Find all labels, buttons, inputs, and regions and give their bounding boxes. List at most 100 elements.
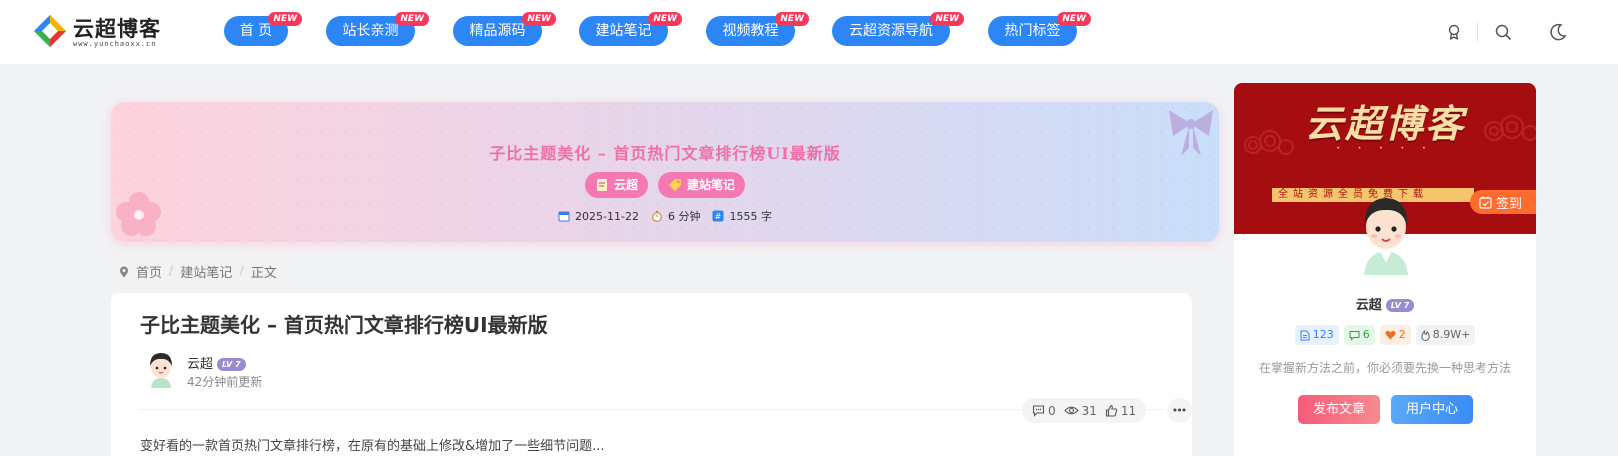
article-excerpt: 变好看的一款首页热门文章排行榜，在原有的基础上修改&增加了一些细节问题... (140, 439, 605, 454)
location-pin-icon (120, 266, 128, 277)
hero-meta: 2025-11-22 6 分钟 # 1555 字 (111, 208, 1219, 224)
hero-tag-author[interactable]: 云超 (584, 172, 648, 198)
author-avatar[interactable] (144, 350, 178, 388)
checkin-label: 签到 (1496, 196, 1523, 212)
nav-item-label: 视频教程 (722, 23, 779, 39)
popularity-pill: 8.9W+ (1415, 325, 1476, 345)
nav-item-video[interactable]: 视频教程 NEW (706, 12, 809, 46)
comment-icon (1349, 330, 1360, 341)
medal-icon[interactable] (1444, 22, 1464, 42)
like-count[interactable]: 11 (1105, 404, 1136, 418)
article-card: 子比主题美化 – 首页热门文章排行榜UI最新版 云超 LV 7 42分钟前更新 0… (111, 293, 1192, 456)
banner-dots: • • • • • (1336, 145, 1434, 152)
nav-item-hot-tags[interactable]: 热门标签 NEW (988, 12, 1091, 46)
sidebar-stats: 123 6 2 8.9W+ (1234, 325, 1536, 345)
comment-count[interactable]: 0 (1032, 404, 1056, 418)
note-icon (596, 179, 607, 191)
like-count-text: 2 (1398, 328, 1406, 341)
level-badge: LV 7 (217, 358, 246, 371)
site-logo[interactable]: 云超博客 www.yunchaoxx.cn (33, 12, 173, 52)
comment-icon (1032, 405, 1045, 417)
breadcrumb-category[interactable]: 建站笔记 (180, 262, 232, 281)
document-icon (1300, 330, 1310, 340)
nav-item-notes[interactable]: 建站笔记 NEW (579, 12, 682, 46)
sidebar-avatar[interactable] (1354, 191, 1418, 275)
author-name-text: 云超 (187, 357, 214, 372)
breadcrumb-home[interactable]: 首页 (136, 262, 162, 281)
sidebar-author-name-text: 云超 (1355, 298, 1382, 313)
user-center-button[interactable]: 用户中心 (1391, 395, 1473, 424)
nav-item-tested[interactable]: 站长亲测 NEW (326, 12, 429, 46)
breadcrumb-separator: / (169, 264, 174, 279)
new-badge: NEW (395, 12, 429, 26)
sidebar-author-name[interactable]: 云超 LV 7 (1234, 294, 1536, 313)
like-count-pill[interactable]: 2 (1379, 325, 1411, 345)
new-badge: NEW (648, 12, 682, 26)
thumbs-up-icon (1105, 404, 1118, 417)
view-count: 31 (1063, 403, 1097, 418)
calendar-icon (558, 211, 570, 222)
breadcrumb-separator: / (239, 264, 244, 279)
post-count-pill[interactable]: 123 (1294, 325, 1339, 345)
article-divider (140, 409, 1165, 410)
popularity-text: 8.9W+ (1432, 328, 1471, 341)
tag-icon (669, 179, 681, 191)
comment-count-text: 6 (1362, 328, 1370, 341)
read-time-text: 6 分钟 (667, 210, 701, 223)
nav-item-label: 建站笔记 (595, 23, 652, 39)
updated-time: 42分钟前更新 (187, 375, 263, 389)
fire-icon (1420, 329, 1430, 341)
breadcrumb: 首页 / 建站笔记 / 正文 (119, 262, 277, 281)
nav-item-source[interactable]: 精品源码 NEW (453, 12, 556, 46)
new-badge: NEW (522, 12, 556, 26)
nav-item-label: 云超资源导航 (849, 23, 933, 39)
banner-title: 云超博客 (1304, 101, 1465, 146)
header-divider (1477, 22, 1478, 42)
logo-subtext: www.yunchaoxx.cn (73, 40, 157, 48)
logo-text: 云超博客 (73, 16, 161, 41)
level-badge: LV 7 (1385, 299, 1415, 312)
comment-count-text: 0 (1048, 403, 1056, 418)
article-stats: 0 31 11 (1022, 398, 1147, 423)
publish-post-button[interactable]: 发布文章 (1298, 395, 1380, 424)
post-hero-banner: 子比主题美化 – 首页热门文章排行榜UI最新版 云超 建站笔记 2025-11-… (111, 102, 1219, 242)
checkin-button[interactable]: 签到 (1470, 190, 1536, 214)
moon-icon[interactable] (1548, 22, 1568, 42)
more-options-button[interactable] (1167, 398, 1192, 423)
author-name[interactable]: 云超 LV 7 (187, 353, 246, 372)
top-header: 云超博客 www.yunchaoxx.cn 首 页 NEW 站长亲测 NEW 精品源… (0, 0, 1618, 64)
nav-item-label: 精品源码 (469, 23, 526, 39)
read-time: 6 分钟 (651, 208, 701, 224)
ellipsis-icon (1173, 408, 1186, 412)
nav-item-resource-nav[interactable]: 云超资源导航 NEW (832, 12, 964, 46)
nav-item-label: 首 页 (239, 23, 273, 39)
new-badge: NEW (1057, 12, 1091, 26)
word-count: # 1555 字 (712, 208, 772, 224)
nav-item-home[interactable]: 首 页 NEW (224, 12, 302, 46)
search-icon[interactable] (1493, 22, 1513, 42)
nav-item-label: 热门标签 (1004, 23, 1061, 39)
svg-text:#: # (715, 212, 722, 221)
author-motto: 在掌握新方法之前，你必须要先换一种思考方法 (1258, 361, 1511, 375)
new-badge: NEW (930, 12, 964, 26)
article-title: 子比主题美化 – 首页热门文章排行榜UI最新版 (140, 313, 548, 337)
post-date-text: 2025-11-22 (575, 209, 639, 223)
comment-count-pill[interactable]: 6 (1343, 325, 1375, 345)
hero-tag-label: 建站笔记 (687, 178, 736, 192)
view-count-text: 31 (1081, 403, 1097, 418)
hero-tag-label: 云超 (613, 178, 638, 192)
stopwatch-icon (652, 210, 662, 222)
logo-mark-icon (34, 15, 66, 47)
hero-tag-category[interactable]: 建站笔记 (658, 172, 746, 198)
hero-tag-list: 云超 建站笔记 (111, 172, 1219, 198)
like-count-text: 11 (1120, 403, 1137, 418)
post-count-text: 123 (1312, 328, 1334, 341)
nav-item-label: 站长亲测 (342, 23, 399, 39)
author-sidebar-card: 云超博客 • • • • • 全站资源全员免费下载 云超LV 7 123 6 (1234, 83, 1536, 456)
text-count-icon: # (712, 210, 724, 222)
new-badge: NEW (775, 12, 809, 26)
hero-post-title: 子比主题美化 – 首页热门文章排行榜UI最新版 (489, 144, 841, 163)
eye-icon (1063, 406, 1079, 415)
breadcrumb-current: 正文 (250, 266, 277, 281)
post-date: 2025-11-22 (558, 208, 639, 224)
